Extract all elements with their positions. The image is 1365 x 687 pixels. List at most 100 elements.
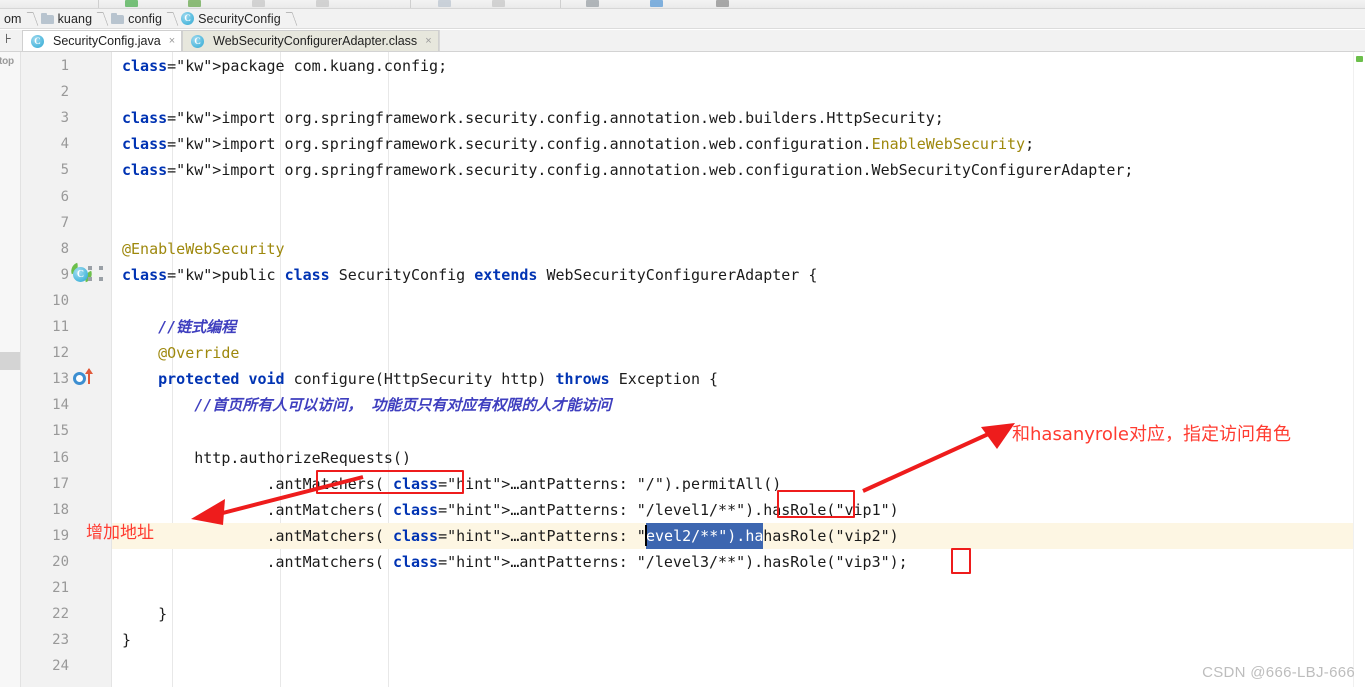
code-line-8[interactable]: @EnableWebSecurity xyxy=(112,236,1365,262)
line-number: 19 xyxy=(52,527,69,544)
gutter-marker[interactable] xyxy=(69,445,111,471)
gutter-marker[interactable] xyxy=(69,236,111,262)
gutter-marker[interactable] xyxy=(69,288,111,314)
gutter-marker[interactable] xyxy=(69,392,111,418)
code-line-17[interactable]: .antMatchers( class="hint">…antPatterns:… xyxy=(112,471,1365,497)
gutter-marker[interactable] xyxy=(69,366,111,392)
gutter-line-11[interactable]: 11 xyxy=(21,314,112,340)
gutter-line-14[interactable]: 14 xyxy=(21,392,112,418)
code-line-22[interactable]: } xyxy=(112,601,1365,627)
breadcrumb-item-om[interactable]: om xyxy=(0,9,28,29)
tool-window-rail[interactable]: top xyxy=(0,52,21,687)
editor-right-margin xyxy=(1353,52,1365,687)
coverage-icon[interactable] xyxy=(316,0,329,7)
gutter-line-15[interactable]: 15 xyxy=(21,418,112,444)
code-line-21[interactable] xyxy=(112,575,1365,601)
gutter-marker[interactable] xyxy=(69,653,111,679)
code-content[interactable]: class="kw">package com.kuang.config; clas… xyxy=(112,52,1365,687)
gutter-marker[interactable] xyxy=(69,627,111,653)
code-line-18[interactable]: .antMatchers( class="hint">…antPatterns:… xyxy=(112,497,1365,523)
gutter-line-21[interactable]: 21 xyxy=(21,575,112,601)
line-number: 3 xyxy=(60,110,69,127)
code-line-6[interactable] xyxy=(112,184,1365,210)
gutter-marker[interactable] xyxy=(69,79,111,105)
text-selection: evel2/**").ha xyxy=(646,522,764,549)
gutter-marker[interactable] xyxy=(69,210,111,236)
code-line-7[interactable] xyxy=(112,210,1365,236)
code-line-2[interactable] xyxy=(112,79,1365,105)
gutter-line-20[interactable]: 20 xyxy=(21,549,112,575)
code-line-24[interactable] xyxy=(112,653,1365,679)
code-line-text: class="kw">import org.springframework.se… xyxy=(122,161,1134,180)
gutter-marker[interactable] xyxy=(69,314,111,340)
gutter-line-22[interactable]: 22 xyxy=(21,601,112,627)
gutter-marker[interactable] xyxy=(69,418,111,444)
gutter-line-3[interactable]: 3 xyxy=(21,105,112,131)
gutter-line-16[interactable]: 16 xyxy=(21,445,112,471)
breadcrumb-label: SecurityConfig xyxy=(198,11,281,26)
gutter-line-7[interactable]: 7 xyxy=(21,210,112,236)
breadcrumb-separator-icon xyxy=(28,9,37,29)
close-icon[interactable]: × xyxy=(425,35,431,47)
stop-icon[interactable] xyxy=(252,0,265,7)
gutter-marker[interactable] xyxy=(69,601,111,627)
profile-icon[interactable] xyxy=(716,0,729,7)
code-line-20[interactable]: .antMatchers( class="hint">…antPatterns:… xyxy=(112,549,1365,575)
gutter-marker[interactable]: C xyxy=(68,262,111,288)
gutter-marker[interactable] xyxy=(69,131,111,157)
gutter-line-13[interactable]: 13 xyxy=(21,366,112,392)
gutter-marker[interactable] xyxy=(69,105,111,131)
code-line-10[interactable] xyxy=(112,288,1365,314)
code-line-9[interactable]: class="kw">public class SecurityConfig e… xyxy=(112,262,1365,288)
code-line-12[interactable]: @Override xyxy=(112,340,1365,366)
code-line-text: http.authorizeRequests() xyxy=(122,448,411,467)
code-line-3[interactable]: class="kw">import org.springframework.se… xyxy=(112,105,1365,131)
settings-icon[interactable] xyxy=(492,0,505,7)
code-editor[interactable]: top 1 2 3 4 5 6 7 8 9 C 10 11 12 13 14 15 16 17 18 19 20 21 22… xyxy=(0,52,1365,687)
gutter-line-23[interactable]: 23 xyxy=(21,627,112,653)
code-line-4[interactable]: class="kw">import org.springframework.se… xyxy=(112,131,1365,157)
gutter-line-5[interactable]: 5 xyxy=(21,157,112,183)
gutter-line-4[interactable]: 4 xyxy=(21,131,112,157)
code-line-11[interactable]: //链式编程 xyxy=(112,314,1365,340)
build-icon[interactable] xyxy=(650,0,663,7)
search-icon[interactable] xyxy=(438,0,451,7)
breadcrumb-item-config[interactable]: config xyxy=(107,9,168,29)
java-class-icon: C xyxy=(31,34,44,48)
gutter-marker[interactable] xyxy=(69,575,111,601)
code-line-13[interactable]: protected void configure(HttpSecurity ht… xyxy=(112,366,1365,392)
gutter-line-1[interactable]: 1 xyxy=(21,53,112,79)
code-line-14[interactable]: //首页所有人可以访问， 功能页只有对应有权限的人才能访问 xyxy=(112,392,1365,418)
code-line-16[interactable]: http.authorizeRequests() xyxy=(112,445,1365,471)
show-hide-tabs-icon[interactable] xyxy=(0,29,22,51)
breadcrumb-item-securityconfig[interactable]: C SecurityConfig xyxy=(177,9,287,29)
editor-gutter[interactable]: 1 2 3 4 5 6 7 8 9 C 10 11 12 13 14 15 16 17 18 19 20 21 22 23 24 xyxy=(21,52,133,687)
gutter-marker[interactable] xyxy=(69,53,111,79)
gutter-line-12[interactable]: 12 xyxy=(21,340,112,366)
gutter-line-17[interactable]: 17 xyxy=(21,471,112,497)
vcs-icon[interactable] xyxy=(586,0,599,7)
close-icon[interactable]: × xyxy=(169,35,175,47)
code-line-23[interactable]: } xyxy=(112,627,1365,653)
gutter-marker[interactable] xyxy=(69,184,111,210)
rail-label-top: top xyxy=(0,56,14,67)
gutter-line-8[interactable]: 8 xyxy=(21,236,112,262)
gutter-line-24[interactable]: 24 xyxy=(21,653,112,679)
gutter-line-9[interactable]: 9C xyxy=(21,262,112,288)
gutter-line-2[interactable]: 2 xyxy=(21,79,112,105)
gutter-marker[interactable] xyxy=(69,471,111,497)
tab-websecurityconfigureradapter-class[interactable]: C WebSecurityConfigurerAdapter.class × xyxy=(182,30,439,51)
gutter-line-10[interactable]: 10 xyxy=(21,288,112,314)
code-line-1[interactable]: class="kw">package com.kuang.config; xyxy=(112,53,1365,79)
gutter-line-6[interactable]: 6 xyxy=(21,184,112,210)
run-icon[interactable] xyxy=(125,0,138,7)
code-line-5[interactable]: class="kw">import org.springframework.se… xyxy=(112,157,1365,183)
gutter-marker[interactable] xyxy=(69,340,111,366)
gutter-marker[interactable] xyxy=(69,549,111,575)
gutter-marker[interactable] xyxy=(69,157,111,183)
code-line-text: } xyxy=(122,631,132,650)
tab-securityconfig-java[interactable]: C SecurityConfig.java × xyxy=(22,30,183,51)
breadcrumb-item-kuang[interactable]: kuang xyxy=(37,9,99,29)
debug-icon[interactable] xyxy=(188,0,201,7)
